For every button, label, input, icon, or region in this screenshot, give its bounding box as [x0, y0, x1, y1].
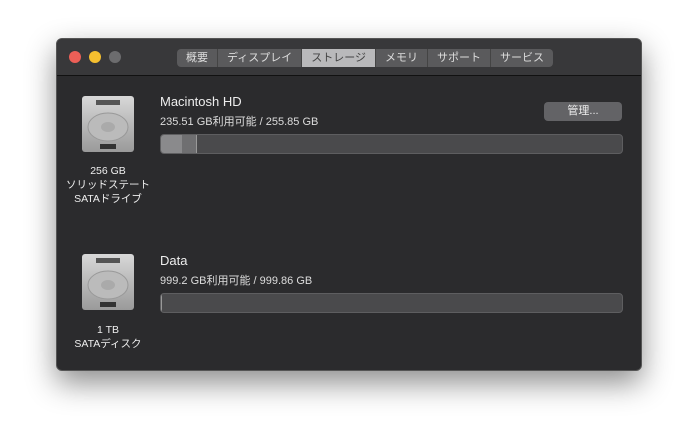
storage-bar: [160, 134, 623, 154]
drive-interface: SATAドライブ: [74, 193, 142, 205]
tab-service[interactable]: サービス: [491, 49, 553, 67]
title-bar: 概要 ディスプレイ ストレージ メモリ サポート サービス: [57, 39, 641, 76]
hard-drive-icon: [82, 254, 134, 310]
minimize-button[interactable]: [89, 51, 101, 63]
tab-overview[interactable]: 概要: [177, 49, 218, 67]
volume-name: Data: [160, 253, 188, 268]
drive-type: ソリッドステート: [66, 179, 150, 191]
storage-segment: [161, 294, 162, 312]
tab-displays[interactable]: ディスプレイ: [218, 49, 303, 67]
zoom-button[interactable]: [109, 51, 121, 63]
tab-memory[interactable]: メモリ: [376, 49, 429, 67]
drive-capacity: 256 GB: [90, 165, 126, 177]
tab-bar: 概要 ディスプレイ ストレージ メモリ サポート サービス: [177, 49, 554, 67]
manage-button[interactable]: 管理...: [544, 102, 622, 121]
storage-segment: [181, 135, 197, 153]
storage-segment: [161, 135, 182, 153]
about-this-mac-window: 概要 ディスプレイ ストレージ メモリ サポート サービス 256 GB ソリッ…: [56, 38, 642, 371]
drive-capacity: 1 TB: [97, 324, 119, 336]
drive-type: SATAディスク: [74, 338, 142, 350]
storage-bar: [160, 293, 623, 313]
volume-name: Macintosh HD: [160, 94, 242, 109]
close-button[interactable]: [69, 51, 81, 63]
tab-storage[interactable]: ストレージ: [302, 49, 377, 67]
volume-usage: 999.2 GB利用可能 / 999.86 GB: [160, 275, 313, 287]
volume-usage: 235.51 GB利用可能 / 255.85 GB: [160, 116, 319, 128]
hard-drive-icon: [82, 96, 134, 152]
tab-support[interactable]: サポート: [428, 49, 492, 67]
